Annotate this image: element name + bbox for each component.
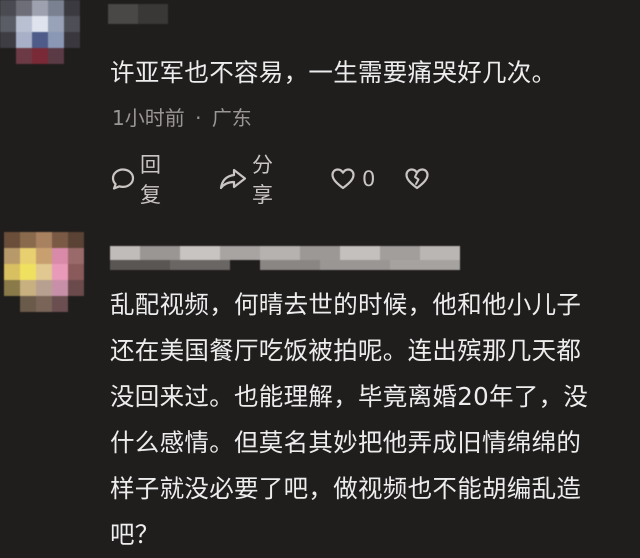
share-label: 分享 xyxy=(252,153,273,207)
comment-line: 没回来过。也能理解，毕竟离婚20年了，没 xyxy=(110,382,589,411)
comment-text: 许亚军也不容易，一生需要痛哭好几次。 xyxy=(110,58,557,87)
broken-heart-icon xyxy=(404,166,430,192)
avatar[interactable] xyxy=(4,232,88,312)
comment-line: 样子就没必要了吧，做视频也不能胡编乱造 xyxy=(110,474,582,503)
share-button[interactable]: 分享 xyxy=(218,153,273,207)
comment-item-2: 乱配视频，何晴去世的时候，他和他小儿子 还在美国餐厅吃饭被拍呢。连出殡那几天都 … xyxy=(0,210,640,550)
comment-text: 乱配视频，何晴去世的时候，他和他小儿子 还在美国餐厅吃饭被拍呢。连出殡那几天都 … xyxy=(110,282,588,558)
comment-line: 还在美国餐厅吃饭被拍呢。连出殡那几天都 xyxy=(110,336,582,365)
comment-item-1: 许亚军也不容易，一生需要痛哭好几次。 1小时前 · 广东 回复 分享 0 xyxy=(0,0,640,210)
username[interactable] xyxy=(108,4,168,24)
comment-meta: 1小时前 · 广东 xyxy=(112,102,252,131)
reply-label: 回复 xyxy=(140,153,161,207)
heart-icon xyxy=(330,166,356,192)
comment-location: 广东 xyxy=(211,106,252,130)
share-arrow-icon xyxy=(218,166,248,192)
meta-separator: · xyxy=(195,106,202,130)
comment-line: 什么感情。但莫名其妙把他弄成旧情绵绵的 xyxy=(110,428,582,457)
dislike-button[interactable] xyxy=(404,165,430,193)
like-button[interactable]: 0 xyxy=(330,165,375,193)
comment-time: 1小时前 xyxy=(112,106,185,130)
like-count: 0 xyxy=(362,167,376,191)
avatar[interactable] xyxy=(0,0,88,80)
comment-bubble-icon xyxy=(110,166,136,192)
comment-line: 吧？ xyxy=(110,520,160,549)
username[interactable] xyxy=(110,246,460,270)
comment-line: 乱配视频，何晴去世的时候，他和他小儿子 xyxy=(110,290,582,319)
reply-button[interactable]: 回复 xyxy=(110,153,161,207)
